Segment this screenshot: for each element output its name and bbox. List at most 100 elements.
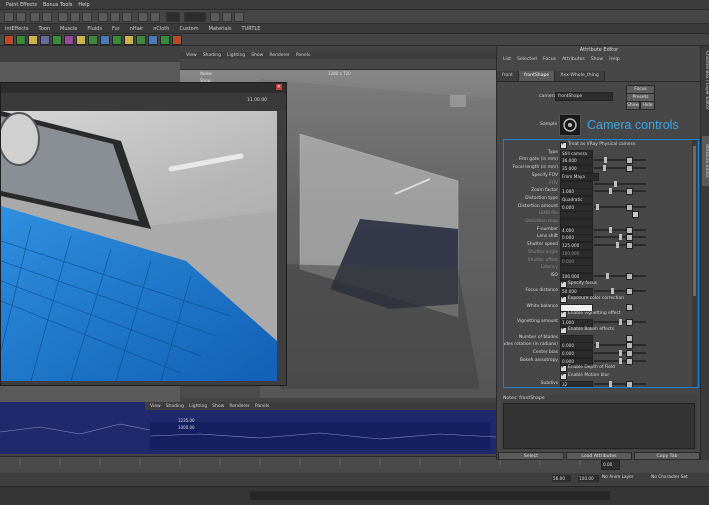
attribute-slider[interactable] xyxy=(594,357,646,364)
range-start-field[interactable]: 56.00 xyxy=(552,475,571,482)
attribute-slider[interactable] xyxy=(594,288,646,295)
shelf-tab[interactable]: TURTLE xyxy=(242,26,261,32)
tool-icon[interactable] xyxy=(110,12,120,22)
timeline-menu-panels[interactable]: Panels xyxy=(255,404,269,409)
slider-handle[interactable] xyxy=(616,242,620,249)
shelf-tool-icon[interactable] xyxy=(160,35,170,45)
slider-handle[interactable] xyxy=(603,157,607,164)
tab-whole-thing[interactable]: Xxx-Whole_thing xyxy=(555,71,605,81)
shelf-tool-icon[interactable] xyxy=(4,35,14,45)
timeline-graph-area[interactable]: View Shading Lighting Show Renderer Pane… xyxy=(0,402,496,454)
tool-icon[interactable] xyxy=(42,12,52,22)
shelf-tool-icon[interactable] xyxy=(100,35,110,45)
shelf-tool-icon[interactable] xyxy=(76,35,86,45)
shelf-tab[interactable]: Fur xyxy=(112,26,120,32)
character-set-dropdown[interactable]: No Character Set xyxy=(651,475,688,480)
viewport-menu-show[interactable]: Show xyxy=(251,53,263,58)
shelf-tab[interactable]: nCloth xyxy=(153,26,169,32)
range-slider[interactable]: 56.00 100.00 No Anim Layer No Character … xyxy=(0,473,709,485)
attribute-value-field[interactable]: 32 xyxy=(560,380,593,387)
shelf-tool-icon[interactable] xyxy=(16,35,26,45)
ae-menu-list[interactable]: List xyxy=(503,57,511,65)
timeline-menu-view[interactable]: View xyxy=(150,404,161,409)
viewport-menu-lighting[interactable]: Lighting xyxy=(227,53,245,58)
map-texture-button[interactable] xyxy=(626,380,633,387)
attribute-slider[interactable] xyxy=(594,234,646,241)
render-view-window[interactable]: ✕ 11 00.00 xyxy=(0,82,287,386)
attribute-slider[interactable] xyxy=(594,165,646,172)
timeline-menu-shading[interactable]: Shading xyxy=(166,404,184,409)
tool-icon[interactable] xyxy=(4,12,14,22)
slider-handle[interactable] xyxy=(618,234,622,241)
tab-channel-box[interactable]: Channel Box / Layer Editor xyxy=(702,50,709,110)
ae-menu-attributes[interactable]: Attributes xyxy=(562,57,585,65)
range-end-field[interactable]: 100.00 xyxy=(578,475,599,482)
tool-icon[interactable] xyxy=(30,12,40,22)
select-button[interactable]: Select xyxy=(498,452,564,460)
tab-attribute-editor[interactable]: Attribute Editor xyxy=(702,136,709,186)
shelf-tab[interactable]: Materials xyxy=(209,26,232,32)
attribute-slider[interactable] xyxy=(594,203,646,210)
tool-icon[interactable] xyxy=(82,12,92,22)
attribute-slider[interactable] xyxy=(594,342,646,349)
shelf-tool-icon[interactable] xyxy=(40,35,50,45)
slider-handle[interactable] xyxy=(618,357,622,364)
slider-handle[interactable] xyxy=(608,380,612,387)
shelf-tool-icon[interactable] xyxy=(28,35,38,45)
shelf-tool-icon[interactable] xyxy=(172,35,182,45)
load-attributes-button[interactable]: Load Attributes xyxy=(566,452,632,460)
tab-front[interactable]: front xyxy=(497,71,519,81)
attribute-slider[interactable] xyxy=(594,242,646,249)
slider-handle[interactable] xyxy=(608,188,612,195)
shelf-tool-icon[interactable] xyxy=(136,35,146,45)
close-icon[interactable]: ✕ xyxy=(276,84,282,90)
menu-help[interactable]: Help xyxy=(78,2,89,8)
shelf-tool-icon[interactable] xyxy=(64,35,74,45)
current-frame-field[interactable]: 0.00 xyxy=(601,460,620,470)
timeline-menu-lighting[interactable]: Lighting xyxy=(189,404,207,409)
slider-handle[interactable] xyxy=(613,180,617,187)
shelf-tab[interactable]: Muscle xyxy=(60,26,77,32)
tool-icon[interactable] xyxy=(234,12,244,22)
viewport-menu-shading[interactable]: Shading xyxy=(203,53,221,58)
tab-frontshape[interactable]: frontShape xyxy=(518,71,556,81)
shelf-tab[interactable]: intEffects xyxy=(5,26,29,32)
attribute-slider[interactable] xyxy=(594,349,646,356)
shelf-tool-icon[interactable] xyxy=(112,35,122,45)
slider-handle[interactable] xyxy=(618,349,622,356)
input-field[interactable] xyxy=(166,12,180,22)
ae-menu-help[interactable]: Help xyxy=(609,57,619,65)
camera-name-field[interactable]: frontShape xyxy=(555,92,613,101)
shelf-tab[interactable]: Toon xyxy=(39,26,51,32)
notes-textarea[interactable] xyxy=(503,403,695,449)
timeline-menu-show[interactable]: Show xyxy=(212,404,224,409)
attribute-slider[interactable] xyxy=(594,180,646,187)
viewport-menu-renderer[interactable]: Renderer xyxy=(269,53,290,58)
attribute-slider[interactable] xyxy=(594,380,646,387)
input-field[interactable] xyxy=(184,12,206,22)
timeline-menu-renderer[interactable]: Renderer xyxy=(229,404,250,409)
tool-icon[interactable] xyxy=(138,12,148,22)
attribute-slider[interactable] xyxy=(594,226,646,233)
menu-paint-effects[interactable]: Paint Effects xyxy=(6,2,37,8)
attribute-slider[interactable] xyxy=(594,272,646,279)
show-button[interactable]: Show xyxy=(626,101,640,110)
viewport-menu-panels[interactable]: Panels xyxy=(296,53,310,58)
tool-icon[interactable] xyxy=(210,12,220,22)
ae-menu-show[interactable]: Show xyxy=(591,57,603,65)
shelf-tool-icon[interactable] xyxy=(88,35,98,45)
slider-handle[interactable] xyxy=(606,272,610,279)
slider-handle[interactable] xyxy=(611,288,615,295)
tool-icon[interactable] xyxy=(16,12,26,22)
tool-icon[interactable] xyxy=(150,12,160,22)
slider-handle[interactable] xyxy=(602,165,606,172)
tool-icon[interactable] xyxy=(222,12,232,22)
tool-icon[interactable] xyxy=(122,12,132,22)
attribute-slider[interactable] xyxy=(594,157,646,164)
slider-handle[interactable] xyxy=(618,319,622,326)
attribute-slider[interactable] xyxy=(594,319,646,326)
ae-menu-focus[interactable]: Focus xyxy=(543,57,556,65)
anim-layer-dropdown[interactable]: No Anim Layer xyxy=(602,475,634,480)
slider-handle[interactable] xyxy=(608,226,612,233)
command-input[interactable] xyxy=(250,491,610,500)
